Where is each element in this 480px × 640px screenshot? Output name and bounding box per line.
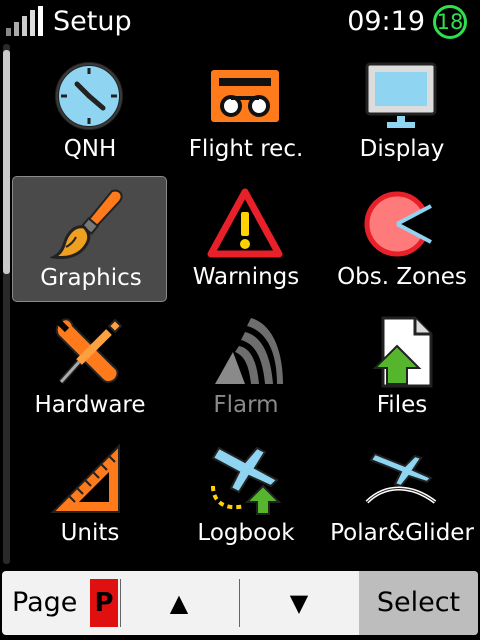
menu-item-label: Display bbox=[359, 136, 445, 162]
up-arrow-icon: ▲ bbox=[169, 589, 189, 617]
satellite-count-badge: 18 bbox=[433, 5, 467, 39]
flight-recorder-icon bbox=[211, 70, 279, 122]
menu-item-label: Flight rec. bbox=[188, 136, 304, 162]
polar-glider-icon bbox=[365, 452, 437, 504]
menu-item-hardware[interactable]: Hardware bbox=[12, 304, 167, 430]
clock-icon bbox=[55, 62, 123, 130]
down-arrow-icon: ▼ bbox=[289, 589, 309, 617]
menu-item-warnings[interactable]: Warnings bbox=[168, 176, 323, 302]
page-title: Setup bbox=[53, 6, 132, 37]
menu-item-units[interactable]: Units bbox=[12, 432, 167, 558]
menu-item-label: Units bbox=[60, 520, 120, 546]
bottom-button-bar: Page P ▲ ▼ Select bbox=[2, 571, 478, 635]
menu-item-polar-glider[interactable]: Polar&Glider bbox=[324, 432, 479, 558]
select-button[interactable]: Select bbox=[359, 571, 478, 635]
menu-item-label: Files bbox=[376, 392, 428, 418]
monitor-icon bbox=[365, 62, 437, 128]
menu-item-logbook[interactable]: Logbook bbox=[168, 432, 323, 558]
wrench-screwdriver-icon bbox=[55, 318, 123, 385]
menu-item-label: Graphics bbox=[40, 265, 142, 291]
menu-item-label: Logbook bbox=[197, 520, 295, 546]
page-badge: P bbox=[90, 579, 118, 627]
warning-icon bbox=[207, 188, 283, 258]
menu-item-label: Warnings bbox=[192, 264, 300, 290]
paintbrush-icon bbox=[50, 189, 123, 259]
scrollbar[interactable] bbox=[3, 44, 10, 564]
ruler-triangle-icon bbox=[50, 443, 120, 513]
menu-item-files[interactable]: Files bbox=[324, 304, 479, 430]
menu-item-label: Obs. Zones bbox=[337, 264, 467, 290]
page-button[interactable]: Page P bbox=[2, 571, 120, 635]
scroll-down-button[interactable]: ▼ bbox=[239, 571, 359, 635]
menu-item-display[interactable]: Display bbox=[324, 48, 479, 174]
file-upload-icon bbox=[372, 316, 433, 388]
menu-item-label: Flarm bbox=[213, 392, 279, 418]
menu-item-qnh[interactable]: QNH bbox=[12, 48, 167, 174]
menu-item-graphics[interactable]: Graphics bbox=[12, 176, 167, 302]
observation-zone-icon bbox=[364, 191, 432, 257]
menu-item-flarm[interactable]: Flarm bbox=[168, 304, 323, 430]
clock-time: 09:19 bbox=[347, 6, 425, 37]
menu-item-obs-zones[interactable]: Obs. Zones bbox=[324, 176, 479, 302]
status-bar: Setup 09:19 18 bbox=[0, 0, 480, 44]
scroll-up-button[interactable]: ▲ bbox=[120, 571, 238, 635]
page-label: Page bbox=[12, 587, 78, 618]
logbook-plane-icon bbox=[211, 446, 282, 515]
signal-strength-icon bbox=[6, 6, 43, 36]
menu-item-flight-rec[interactable]: Flight rec. bbox=[168, 48, 323, 174]
menu-item-label: Polar&Glider bbox=[330, 520, 474, 546]
flarm-icon bbox=[215, 318, 283, 384]
menu-item-label: QNH bbox=[63, 136, 117, 162]
menu-item-label: Hardware bbox=[34, 392, 146, 418]
